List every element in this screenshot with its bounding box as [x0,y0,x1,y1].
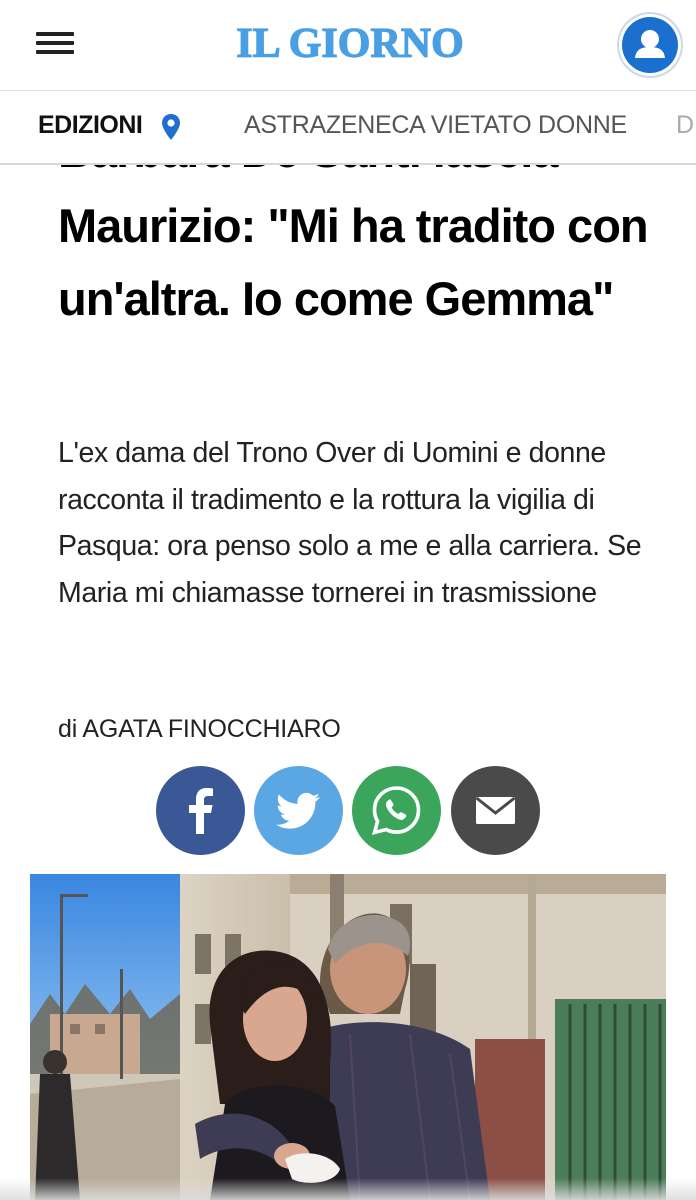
nav-link-next[interactable]: D [676,111,694,140]
share-twitter-button[interactable] [254,766,343,855]
whatsapp-icon [371,786,421,836]
article-photo[interactable] [30,874,666,1200]
article-byline: di AGATA FINOCCHIARO [58,715,341,743]
article-headline: Maurizio: "Mi ha tradito con un'altra. I… [58,199,649,325]
share-email-button[interactable] [451,766,540,855]
hamburger-menu-icon[interactable] [36,30,76,56]
share-facebook-button[interactable] [156,766,245,855]
article-subtitle: L'ex dama del Trono Over di Uomini e don… [58,437,642,609]
share-whatsapp-button[interactable] [352,766,441,855]
facebook-icon [189,788,213,834]
headline-partial-line: Barbara De Santi lascia [58,165,558,178]
editions-button[interactable]: EDIZIONI [38,111,143,140]
email-icon [475,796,516,824]
user-account-icon[interactable] [622,17,678,73]
bottom-edge [0,1178,696,1200]
nav-link-astrazeneca[interactable]: ASTRAZENECA VIETATO DONNE [244,111,627,140]
location-pin-icon[interactable] [160,113,182,141]
top-header: IL GIORNO [0,0,696,91]
article-page: IL GIORNO EDIZIONI ASTRAZENECA VIETATO D… [0,0,696,1200]
article-photo-image [30,874,666,1200]
section-nav: EDIZIONI ASTRAZENECA VIETATO DONNE D [0,91,696,165]
site-logo[interactable]: IL GIORNO [190,16,510,72]
twitter-icon [276,792,320,829]
headline-area: Barbara De Santi lascia Maurizio: "Mi ha… [0,165,696,405]
